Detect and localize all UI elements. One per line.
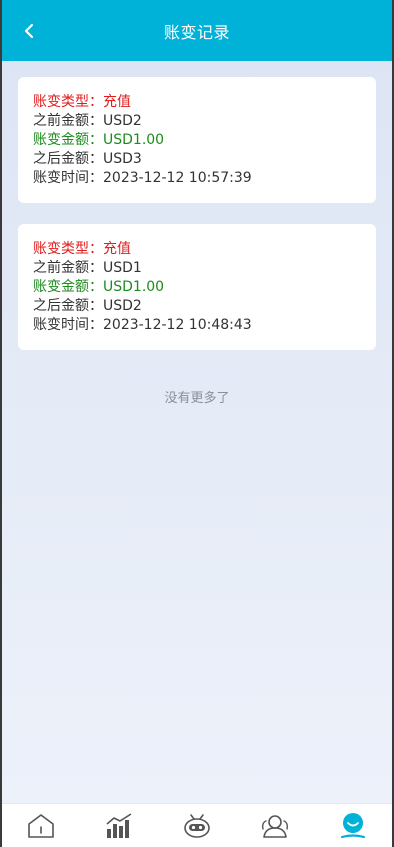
record-type-value: 充值 — [103, 94, 131, 110]
record-type-row: 账变类型：充值 — [33, 93, 376, 112]
record-type-value: 充值 — [103, 241, 131, 257]
app-frame: 账变记录 账变类型：充值 之前金额：USD2 账变金额：USD1.00 之后金额… — [0, 0, 394, 847]
record-after-row: 之后金额：USD3 — [33, 150, 376, 169]
record-amount-row: 账变金额：USD1.00 — [33, 278, 376, 297]
record-after-value: USD3 — [103, 151, 142, 167]
record-time-label: 账变时间： — [33, 170, 103, 186]
tab-team[interactable] — [255, 808, 295, 844]
tab-market[interactable] — [99, 808, 139, 844]
robot-icon — [184, 813, 210, 838]
header-bar: 账变记录 — [2, 0, 392, 61]
record-before-value: USD2 — [103, 113, 142, 129]
page-title: 账变记录 — [163, 22, 230, 42]
bottom-tab-bar — [2, 803, 392, 847]
record-time-label: 账变时间： — [33, 317, 103, 333]
no-more-text: 没有更多了 — [164, 391, 230, 406]
record-amount-value: USD1.00 — [103, 279, 165, 295]
record-before-label: 之前金额： — [33, 113, 103, 129]
record-type-row: 账变类型：充值 — [33, 240, 376, 259]
record-amount-value: USD1.00 — [103, 132, 165, 148]
record-time-row: 账变时间：2023-12-12 10:57:39 — [33, 169, 376, 188]
home-icon — [28, 813, 54, 838]
team-icon — [261, 814, 289, 838]
record-list: 账变类型：充值 之前金额：USD2 账变金额：USD1.00 之后金额：USD3… — [2, 61, 392, 803]
record-card: 账变类型：充值 之前金额：USD2 账变金额：USD1.00 之后金额：USD3… — [18, 77, 376, 203]
tab-home[interactable] — [21, 808, 61, 844]
record-time-value: 2023-12-12 10:48:43 — [103, 317, 252, 333]
chevron-left-icon — [24, 23, 34, 39]
record-card: 账变类型：充值 之前金额：USD1 账变金额：USD1.00 之后金额：USD2… — [18, 224, 376, 350]
profile-icon — [340, 812, 366, 838]
tab-robot[interactable] — [177, 808, 217, 844]
record-amount-row: 账变金额：USD1.00 — [33, 131, 376, 150]
market-chart-icon — [106, 812, 132, 838]
record-time-value: 2023-12-12 10:57:39 — [103, 170, 252, 186]
record-amount-label: 账变金额： — [33, 132, 103, 148]
record-before-row: 之前金额：USD1 — [33, 259, 376, 278]
record-before-row: 之前金额：USD2 — [33, 112, 376, 131]
record-time-row: 账变时间：2023-12-12 10:48:43 — [33, 316, 376, 335]
tab-profile[interactable] — [333, 808, 373, 844]
record-type-label: 账变类型： — [33, 241, 103, 257]
record-after-label: 之后金额： — [33, 151, 103, 167]
record-before-value: USD1 — [103, 260, 142, 276]
back-button[interactable] — [16, 18, 42, 44]
record-after-value: USD2 — [103, 298, 142, 314]
record-after-row: 之后金额：USD2 — [33, 297, 376, 316]
record-before-label: 之前金额： — [33, 260, 103, 276]
record-amount-label: 账变金额： — [33, 279, 103, 295]
record-type-label: 账变类型： — [33, 94, 103, 110]
record-after-label: 之后金额： — [33, 298, 103, 314]
